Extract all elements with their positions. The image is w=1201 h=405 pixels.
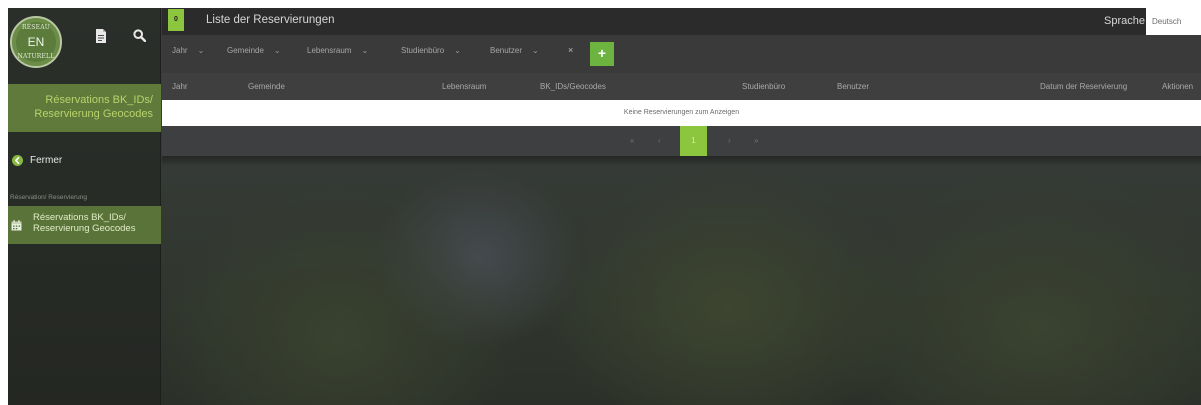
filter-jahr[interactable]: Jahr ⌄ xyxy=(172,46,204,55)
sidebar-header: RÉSEAU EN NATURELL xyxy=(8,8,161,84)
pagination-last-button[interactable]: » xyxy=(754,126,758,156)
reservation-count-badge: 0 xyxy=(168,9,184,31)
filter-studienbuero[interactable]: Studienbüro ⌄ xyxy=(401,46,461,55)
column-header-jahr[interactable]: Jahr xyxy=(172,82,188,91)
app-window: RÉSEAU EN NATURELL Réservations BK_IDs/ … xyxy=(8,8,1201,405)
filter-label: Jahr xyxy=(172,46,188,55)
filter-benutzer[interactable]: Benutzer ⌄ xyxy=(490,46,539,55)
sidebar-item-reservations[interactable]: Réservations BK_IDs/ Reservierung Geocod… xyxy=(8,206,161,244)
chevron-down-icon: ⌄ xyxy=(454,46,461,55)
topbar: 0 Liste der Reservierungen Sprache Deuts… xyxy=(162,8,1201,35)
calendar-icon xyxy=(11,220,22,234)
pagination-page-current[interactable]: 1 xyxy=(680,126,707,156)
empty-table-message: Keine Reservierungen zum Anzeigen xyxy=(162,100,1201,126)
document-icon[interactable] xyxy=(95,29,111,45)
close-menu-button[interactable]: Fermer xyxy=(8,146,161,174)
filter-bar: Jahr ⌄ Gemeinde ⌄ Lebensraum ⌄ Studienbüro ⌄… xyxy=(162,35,1201,73)
chevron-down-icon: ⌄ xyxy=(532,46,539,55)
chevron-down-icon: ⌄ xyxy=(197,46,205,55)
column-header-aktionen: Aktionen xyxy=(1162,82,1194,91)
filter-label: Lebensraum xyxy=(307,46,352,55)
main-content: 0 Liste der Reservierungen Sprache Deuts… xyxy=(162,8,1201,405)
pagination-first-button[interactable]: « xyxy=(630,126,634,156)
filter-lebensraum[interactable]: Lebensraum ⌄ xyxy=(307,46,368,55)
pagination-next-button[interactable]: › xyxy=(728,126,731,156)
filter-gemeinde[interactable]: Gemeinde ⌄ xyxy=(227,46,281,55)
sidebar-section-title: Réservations BK_IDs/ Reservierung Geocod… xyxy=(8,84,161,132)
column-header-gemeinde[interactable]: Gemeinde xyxy=(248,82,285,91)
page-title: Liste der Reservierungen xyxy=(206,14,335,26)
sidebar: RÉSEAU EN NATURELL Réservations BK_IDs/ … xyxy=(8,8,161,405)
chevron-down-icon: ⌄ xyxy=(361,46,369,55)
search-icon[interactable] xyxy=(133,29,149,45)
language-label: Sprache xyxy=(1104,15,1145,27)
logo-center-text: EN xyxy=(27,35,45,49)
filter-label: Studienbüro xyxy=(401,46,445,55)
language-select[interactable]: Deutsch xyxy=(1146,8,1201,35)
column-header-lebensraum[interactable]: Lebensraum xyxy=(442,82,486,91)
pagination: « ‹ 1 › » xyxy=(162,126,1201,156)
column-header-geocodes[interactable]: BK_IDs/Geocodes xyxy=(540,82,606,91)
filter-label: Benutzer xyxy=(490,46,523,55)
clear-filters-button[interactable]: × xyxy=(568,45,573,55)
table-header: Jahr Gemeinde Lebensraum BK_IDs/Geocodes… xyxy=(162,73,1201,100)
logo-top-text: RÉSEAU xyxy=(22,24,50,31)
column-header-benutzer[interactable]: Benutzer xyxy=(837,82,869,91)
column-header-studienbuero[interactable]: Studienbüro xyxy=(742,82,785,91)
filter-label: Gemeinde xyxy=(227,46,264,55)
chevron-down-icon: ⌄ xyxy=(273,46,281,55)
panel-shadow xyxy=(162,156,1201,166)
pagination-prev-button[interactable]: ‹ xyxy=(658,126,661,156)
add-reservation-button[interactable]: + xyxy=(590,42,614,66)
close-menu-label: Fermer xyxy=(30,154,63,166)
logo-bottom-text: NATURELL xyxy=(17,53,55,60)
column-header-datum[interactable]: Datum der Reservierung xyxy=(1040,82,1127,91)
logo[interactable]: RÉSEAU EN NATURELL xyxy=(10,16,62,68)
back-arrow-icon xyxy=(12,154,23,166)
nav-group-label: Réservation/ Reservierung xyxy=(10,194,87,201)
sidebar-item-label: Réservations BK_IDs/ Reservierung Geocod… xyxy=(33,212,136,234)
